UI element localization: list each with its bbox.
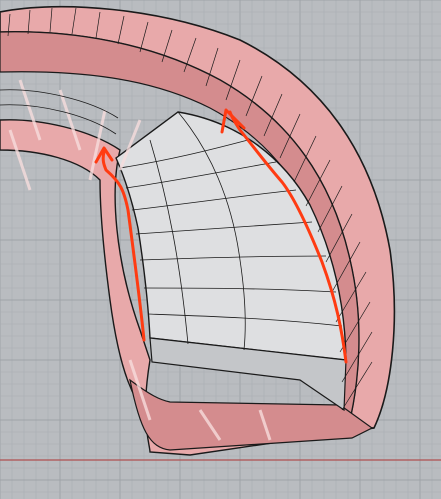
viewport-canvas[interactable] xyxy=(0,0,441,499)
rim-mesh-line xyxy=(0,89,119,119)
3d-viewport[interactable] xyxy=(0,0,441,499)
